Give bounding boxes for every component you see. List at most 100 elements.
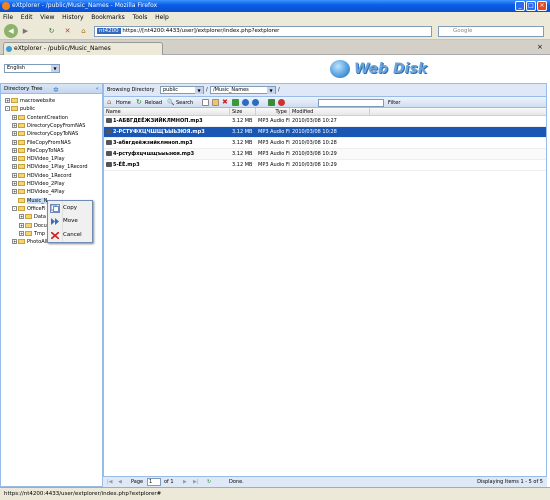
tree-node[interactable]: + HDVideo_4Play bbox=[12, 188, 65, 196]
expand-icon[interactable]: + bbox=[12, 139, 17, 145]
cell-name: 5-ÉÈ.mp3 bbox=[104, 160, 230, 170]
home-icon[interactable]: ⌂ bbox=[78, 26, 89, 37]
tree-node[interactable]: + HDVideo_1Play_1Record bbox=[12, 163, 88, 171]
download-icon[interactable] bbox=[252, 99, 259, 106]
folder-icon bbox=[25, 214, 32, 220]
home-icon[interactable]: ⌂ bbox=[107, 99, 114, 106]
page-number-input[interactable]: 1 bbox=[147, 478, 161, 486]
table-row[interactable]: 5-ÉÈ.mp3 3.12 MB MP3 Audio Fi 2010/03/08 10… bbox=[104, 160, 546, 171]
reload-icon[interactable]: ↻ bbox=[136, 99, 143, 106]
tree-node[interactable]: + DirectoryCopyToNAS bbox=[12, 130, 78, 138]
close-button[interactable]: × bbox=[537, 1, 547, 11]
search-button[interactable]: Search bbox=[176, 99, 193, 107]
path-select[interactable]: /Music_Names ▼ bbox=[210, 86, 276, 94]
table-row[interactable]: 3-абвгдеёжзийклмноп.mp3 3.12 MB MP3 Audio … bbox=[104, 138, 546, 149]
tree-node[interactable]: + HDVideo_1Play bbox=[12, 155, 65, 163]
root-dir-select[interactable]: public ▼ bbox=[160, 86, 204, 94]
site-identity-badge[interactable]: nt4200 bbox=[97, 28, 121, 34]
expand-icon[interactable]: + bbox=[12, 181, 17, 186]
reload-button[interactable]: Reload bbox=[145, 99, 162, 107]
menu-file[interactable]: File bbox=[0, 14, 16, 21]
back-button[interactable]: ◀ bbox=[4, 24, 18, 38]
tree-node[interactable]: + DirectoryCopyFromNAS bbox=[12, 122, 85, 130]
tree-node[interactable]: Music_N bbox=[12, 197, 48, 205]
tree-node[interactable]: + HDVideo_2Play bbox=[12, 180, 65, 188]
tree-node-label: HDVideo_1Play bbox=[27, 156, 65, 163]
menu-history[interactable]: History bbox=[59, 14, 86, 21]
menu-edit[interactable]: Edit bbox=[18, 14, 36, 21]
expand-icon[interactable]: + bbox=[19, 222, 24, 228]
table-row[interactable]: 1-АБВГДЕЁЖЗИЙКЛМНОП.mp3 3.12 MB MP3 Audio … bbox=[104, 116, 546, 127]
prev-page-icon[interactable]: ◀ bbox=[118, 477, 122, 487]
collapse-icon[interactable]: - bbox=[5, 106, 10, 112]
last-page-icon[interactable]: ▶| bbox=[193, 477, 199, 487]
collapse-icon[interactable]: - bbox=[12, 205, 17, 211]
table-row[interactable]: 2-РСТУФХЦЧШЩЪЫЬЭЮЯ.mp3 3.12 MB MP3 Audio F… bbox=[104, 127, 546, 138]
tree-node[interactable]: - OfficeFi bbox=[12, 205, 46, 213]
menu-help[interactable]: Help bbox=[152, 14, 172, 21]
expand-icon[interactable]: + bbox=[12, 131, 17, 137]
expand-icon[interactable]: + bbox=[5, 98, 10, 103]
stop-icon[interactable]: ✕ bbox=[62, 26, 73, 37]
context-menu-move[interactable]: Move bbox=[48, 215, 92, 228]
tree-node[interactable]: + Tmp bbox=[19, 230, 45, 238]
tree-node[interactable]: + Docu bbox=[19, 222, 47, 230]
expand-icon[interactable]: + bbox=[12, 156, 17, 162]
move-icon[interactable] bbox=[242, 99, 249, 106]
new-file-icon[interactable] bbox=[202, 99, 209, 106]
column-type[interactable]: Type bbox=[256, 108, 290, 116]
menu-view[interactable]: View bbox=[37, 14, 57, 21]
expand-icon[interactable]: + bbox=[12, 114, 17, 120]
tab-close-icon[interactable]: × bbox=[537, 43, 543, 51]
expand-icon[interactable]: + bbox=[12, 147, 17, 153]
expand-icon[interactable]: + bbox=[19, 230, 24, 236]
refresh-tree-icon[interactable]: ✲ bbox=[53, 85, 59, 95]
refresh-page-icon[interactable]: ↻ bbox=[207, 477, 211, 487]
forward-button[interactable]: ▶ bbox=[20, 26, 31, 37]
delete-icon[interactable]: ✖ bbox=[222, 99, 229, 106]
expand-icon[interactable]: + bbox=[12, 239, 17, 245]
folder-icon bbox=[18, 114, 25, 120]
window-titlebar: eXtplorer - /public/Music_Names - Mozill… bbox=[0, 0, 550, 12]
language-select[interactable]: English ▼ bbox=[4, 64, 60, 73]
tree-node[interactable]: + FileCopyFromNAS bbox=[12, 139, 71, 147]
address-bar[interactable]: nt4200 https://[nt4200:4433/user]/extplo… bbox=[94, 26, 432, 37]
expand-icon[interactable]: + bbox=[12, 172, 17, 178]
logout-icon[interactable] bbox=[278, 99, 285, 106]
edit-icon[interactable] bbox=[212, 99, 219, 106]
search-input[interactable]: Google bbox=[438, 26, 544, 37]
tree-node[interactable]: + HDVideo_1Record bbox=[12, 172, 72, 180]
expand-icon[interactable]: + bbox=[19, 214, 24, 220]
context-menu-cancel[interactable]: Cancel bbox=[48, 229, 92, 242]
menu-bookmarks[interactable]: Bookmarks bbox=[88, 14, 128, 21]
reload-icon[interactable]: ↻ bbox=[46, 26, 57, 37]
column-modified[interactable]: Modified bbox=[290, 108, 370, 116]
grid-header: Name Size Type Modified bbox=[104, 108, 546, 116]
expand-icon[interactable]: + bbox=[12, 122, 17, 128]
tree-node[interactable]: + FileCopyToNAS bbox=[12, 147, 64, 155]
tree-node[interactable]: - public bbox=[5, 105, 35, 113]
minimize-button[interactable]: _ bbox=[515, 1, 525, 11]
table-row[interactable]: 4-рстуфхцчшщъыьэюя.mp3 3.12 MB MP3 Audio F… bbox=[104, 149, 546, 160]
next-page-icon[interactable]: ▶ bbox=[183, 477, 187, 487]
language-value: English bbox=[7, 65, 26, 71]
menu-tools[interactable]: Tools bbox=[130, 14, 151, 21]
context-menu-copy[interactable]: Copy bbox=[48, 202, 92, 215]
tree-node[interactable]: + Data bbox=[19, 213, 46, 221]
column-size[interactable]: Size bbox=[230, 108, 256, 116]
tree-node[interactable]: + ContentCreation bbox=[12, 114, 68, 122]
collapse-panel-icon[interactable]: « bbox=[96, 84, 99, 94]
expand-icon[interactable]: + bbox=[12, 164, 17, 170]
search-icon[interactable]: 🔍 bbox=[167, 99, 174, 106]
upload-icon[interactable] bbox=[232, 99, 239, 106]
filter-input[interactable] bbox=[318, 99, 384, 107]
home-button[interactable]: Home bbox=[116, 99, 131, 107]
folder-icon bbox=[11, 106, 18, 112]
maximize-button[interactable]: □ bbox=[526, 1, 536, 11]
expand-icon[interactable]: + bbox=[12, 189, 17, 195]
column-name[interactable]: Name bbox=[104, 108, 230, 116]
tab-extplorer[interactable]: eXtplorer - /public/Music_Names bbox=[3, 42, 163, 55]
archive-icon[interactable] bbox=[268, 99, 275, 106]
first-page-icon[interactable]: |◀ bbox=[107, 477, 113, 487]
tree-node[interactable]: + macrowebsite bbox=[5, 97, 55, 105]
